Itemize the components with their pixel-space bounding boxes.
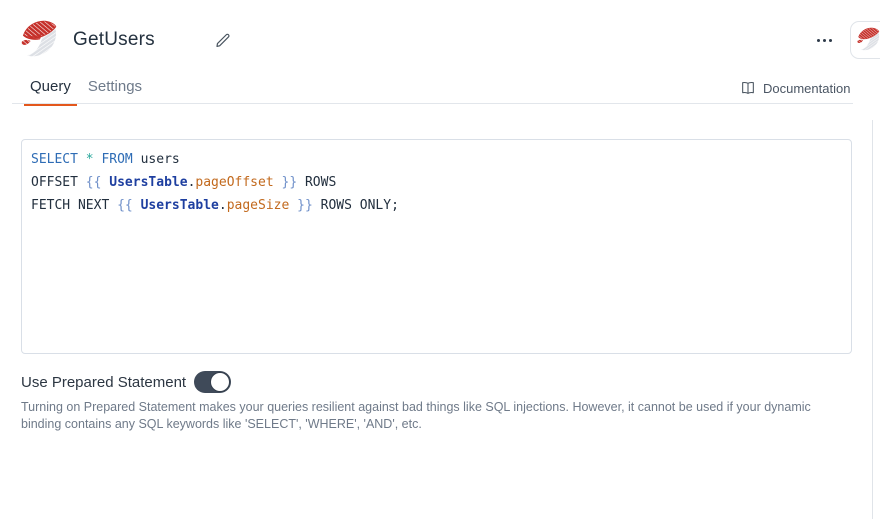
prepared-statement-toggle[interactable] [194, 371, 231, 393]
datasource-button[interactable] [850, 21, 880, 59]
more-dots-icon [817, 39, 820, 42]
code-lines: SELECT * FROM usersOFFSET {{ UsersTable.… [31, 148, 842, 217]
query-name[interactable]: GetUsers [73, 29, 155, 51]
more-dots-icon [823, 39, 826, 42]
prepared-statement-label: Use Prepared Statement [21, 374, 186, 391]
header: GetUsers [0, 0, 880, 70]
toggle-knob [210, 372, 230, 392]
documentation-link[interactable]: Documentation [740, 80, 850, 96]
query-editor-page: GetUsers Query Settings Docum [0, 0, 880, 519]
book-icon [740, 80, 756, 96]
right-pane-divider[interactable] [872, 120, 873, 519]
code-editor[interactable]: SELECT * FROM usersOFFSET {{ UsersTable.… [21, 139, 852, 354]
prepared-statement-description: Turning on Prepared Statement makes your… [21, 399, 828, 432]
more-actions-menu[interactable] [811, 30, 837, 50]
prepared-statement-row: Use Prepared Statement [21, 371, 231, 393]
editor-tabs: Query Settings [24, 75, 148, 106]
more-dots-icon [829, 39, 832, 42]
edit-name-pencil-icon[interactable] [214, 31, 232, 49]
tab-settings[interactable]: Settings [82, 75, 148, 106]
documentation-label: Documentation [763, 81, 850, 96]
tab-query[interactable]: Query [24, 75, 77, 106]
tabs-divider [12, 103, 853, 104]
sqlserver-logo-small-icon [857, 26, 880, 54]
sqlserver-logo-icon [21, 18, 59, 64]
